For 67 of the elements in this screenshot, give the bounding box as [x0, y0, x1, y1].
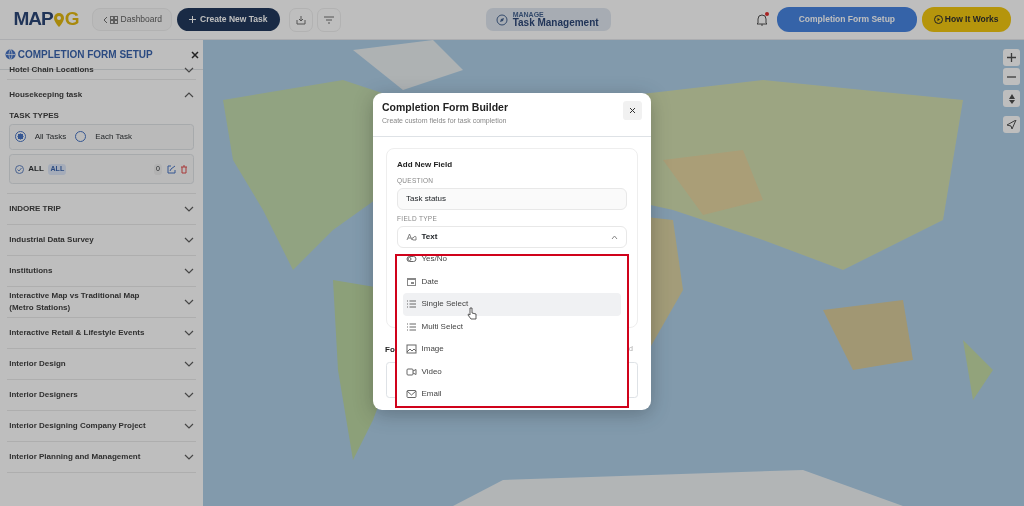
- sidebar-item[interactable]: Interior Design: [7, 349, 196, 380]
- zoom-in-button[interactable]: [1003, 49, 1020, 66]
- chevron-left-icon: [102, 15, 108, 24]
- trash-icon[interactable]: [180, 164, 189, 174]
- logo-text: G: [64, 7, 79, 32]
- sidebar-title: COMPLETION FORM SETUP: [17, 48, 154, 62]
- zoom-in-icon: [1007, 53, 1016, 62]
- pin-icon: [52, 11, 65, 28]
- question-field[interactable]: Task status: [397, 187, 627, 210]
- text-type-icon: [406, 233, 417, 241]
- zoom-out-icon: [1007, 75, 1016, 78]
- sidebar-item[interactable]: Industrial Data Survey: [7, 225, 196, 256]
- sidebar-item[interactable]: Interactive Retail & Lifestyle Events: [7, 318, 196, 349]
- toggle-icon: [406, 256, 417, 265]
- locate-icon: [1006, 119, 1017, 130]
- notification-button[interactable]: [755, 12, 768, 27]
- section-label: Fo: [385, 344, 395, 356]
- sidebar-item[interactable]: Interactive Map vs Traditional Map (Metro Stations): [7, 287, 196, 318]
- logo-text: MAP: [13, 7, 53, 32]
- globe-icon: [4, 49, 16, 60]
- section-heading: TASK TYPES: [9, 109, 60, 122]
- dropdown-option[interactable]: Date: [403, 270, 621, 293]
- chevron-up-icon: [611, 234, 618, 240]
- dropdown-option[interactable]: Multi Select: [403, 315, 621, 338]
- dropdown-option[interactable]: Video: [403, 360, 621, 383]
- edit-icon[interactable]: [166, 164, 176, 174]
- mail-icon: [406, 389, 417, 400]
- radio-option[interactable]: All Tasks: [14, 130, 67, 143]
- calendar-icon: [406, 276, 417, 287]
- how-it-works-button[interactable]: How It Works: [921, 7, 1011, 32]
- sidebar-item[interactable]: Housekeeping task: [7, 79, 196, 110]
- dropdown-option[interactable]: Email: [403, 383, 621, 406]
- image-icon: [406, 344, 417, 355]
- close-button[interactable]: [623, 100, 642, 120]
- locate-button[interactable]: [1003, 116, 1020, 133]
- field-type-select[interactable]: Text: [397, 226, 627, 248]
- play-icon: [933, 15, 943, 24]
- download-icon: [295, 14, 306, 25]
- sidebar-item[interactable]: Interior Planning and Management: [7, 442, 196, 473]
- section-title: Add New Field: [397, 159, 454, 171]
- pointer-cursor-icon: [467, 307, 477, 320]
- list-icon: [406, 299, 417, 310]
- dropdown-option[interactable]: Image: [403, 338, 621, 361]
- close-icon: [190, 50, 199, 59]
- compass-button[interactable]: [1003, 90, 1020, 107]
- sidebar-item[interactable]: Hotel Chain Locations: [7, 62, 196, 79]
- sidebar-item[interactable]: Institutions: [7, 256, 196, 287]
- check-circle-icon: [14, 164, 24, 174]
- zoom-out-button[interactable]: [1003, 68, 1020, 85]
- list-icon: [406, 321, 417, 332]
- sidebar-item[interactable]: Interior Designing Company Project: [7, 411, 196, 442]
- radio-option[interactable]: Each Task: [75, 130, 132, 143]
- filter-icon: [324, 15, 334, 24]
- back-button[interactable]: Dashboard: [92, 8, 173, 31]
- plus-icon: [188, 16, 196, 23]
- create-task-button[interactable]: Create New Task: [176, 8, 280, 31]
- dropdown-option[interactable]: Yes/No: [403, 256, 621, 271]
- grid-icon: [110, 15, 119, 24]
- manage-title: Task Management: [512, 18, 599, 28]
- close-button[interactable]: [190, 50, 199, 59]
- close-icon: [629, 106, 636, 114]
- task-type-label: ALL: [28, 163, 44, 176]
- sidebar-item[interactable]: INDORE TRIP: [7, 194, 196, 225]
- bell-icon: [755, 12, 768, 26]
- video-icon: [406, 366, 417, 377]
- sidebar-item[interactable]: Interior Designers: [7, 380, 196, 411]
- modal-title: Completion Form Builder: [382, 99, 508, 115]
